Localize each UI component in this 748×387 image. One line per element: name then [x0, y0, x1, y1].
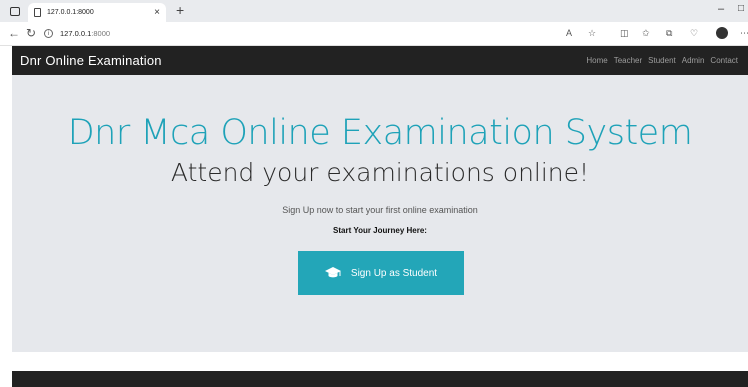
extension-icon[interactable]: ◫	[620, 28, 629, 39]
site-info-icon[interactable]: i	[44, 29, 53, 38]
collections-icon[interactable]: ⧉	[666, 28, 672, 39]
signup-student-button[interactable]: Sign Up as Student	[298, 251, 464, 295]
address-bar[interactable]: i 127.0.0.1:8000	[44, 25, 544, 42]
signup-button-label: Sign Up as Student	[350, 267, 438, 279]
minimize-button[interactable]: –	[718, 3, 724, 15]
tab-close-icon[interactable]: ×	[154, 7, 160, 18]
refresh-icon[interactable]: ↻	[26, 26, 36, 40]
browser-tab[interactable]: 127.0.0.1:8000 ×	[28, 3, 166, 22]
favorite-star-icon[interactable]: ☆	[588, 28, 596, 39]
maximize-button[interactable]: □	[738, 3, 744, 14]
read-aloud-icon[interactable]: A	[566, 28, 572, 38]
new-tab-button[interactable]: +	[176, 2, 184, 18]
browser-essentials-icon[interactable]: ♡	[690, 28, 698, 39]
hero-title: Dnr Mca Online Examination System	[67, 113, 693, 153]
address-port: :8000	[91, 29, 111, 38]
profile-avatar[interactable]	[716, 27, 728, 39]
more-menu-icon[interactable]: ⋯	[740, 28, 748, 39]
browser-tab-strip: 127.0.0.1:8000 × + – □	[0, 0, 748, 22]
nav-link-home[interactable]: Home	[586, 56, 607, 65]
graduation-cap-icon	[324, 267, 341, 278]
hero-prompt: Start Your Journey Here:	[333, 226, 427, 235]
nav-link-admin[interactable]: Admin	[682, 56, 705, 65]
hero-subtitle: Attend your examinations online!	[170, 158, 590, 187]
hero-tagline: Sign Up now to start your first online e…	[282, 205, 478, 215]
nav-links: Home Teacher Student Admin Contact	[586, 56, 748, 65]
tab-actions-icon[interactable]	[10, 7, 20, 16]
back-arrow-icon[interactable]: ←	[8, 26, 20, 40]
nav-link-contact[interactable]: Contact	[710, 56, 738, 65]
favorites-icon[interactable]: ✩	[642, 28, 650, 39]
browser-toolbar: ← ↻ i 127.0.0.1:8000 A ☆ ◫ ✩ ⧉ ♡ ⋯	[0, 22, 748, 46]
nav-link-student[interactable]: Student	[648, 56, 676, 65]
page-icon	[34, 8, 41, 17]
hero-jumbotron: Dnr Mca Online Examination System Attend…	[12, 75, 748, 352]
nav-link-teacher[interactable]: Teacher	[614, 56, 642, 65]
site-navbar: Dnr Online Examination Home Teacher Stud…	[12, 46, 748, 75]
site-brand[interactable]: Dnr Online Examination	[12, 53, 586, 68]
address-host: 127.0.0.1	[60, 29, 92, 38]
tab-title: 127.0.0.1:8000	[47, 9, 94, 16]
footer-bar	[12, 371, 748, 387]
